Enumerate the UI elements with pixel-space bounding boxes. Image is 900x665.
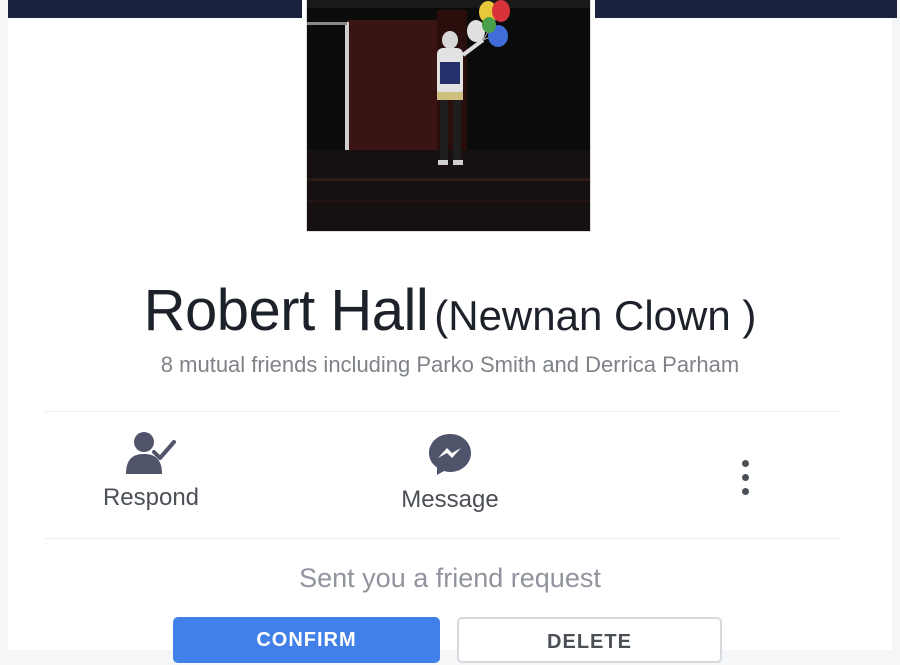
friend-request-text: Sent you a friend request xyxy=(299,563,601,593)
messenger-icon xyxy=(429,434,471,475)
message-label: Message xyxy=(401,486,499,513)
delete-button[interactable]: DELETE xyxy=(457,617,722,663)
profile-photo-image xyxy=(307,0,590,231)
message-button[interactable]: Message xyxy=(388,432,512,514)
respond-button[interactable]: Respond xyxy=(90,430,212,512)
divider-top xyxy=(45,411,840,412)
profile-nickname: (Newnan Clown ) xyxy=(434,292,757,339)
cover-photo-left[interactable] xyxy=(8,0,302,18)
profile-name[interactable]: Robert Hall xyxy=(144,278,429,343)
respond-label: Respond xyxy=(102,484,200,511)
mutual-friends-text[interactable]: 8 mutual friends including Parko Smith a… xyxy=(0,352,900,378)
confirm-button[interactable]: CONFIRM xyxy=(173,617,440,663)
more-options-button[interactable] xyxy=(728,450,762,504)
divider-bottom xyxy=(45,538,840,539)
more-vertical-icon xyxy=(741,459,749,467)
person-check-icon xyxy=(126,432,176,474)
profile-photo[interactable] xyxy=(307,0,590,231)
cover-photo-right[interactable] xyxy=(595,0,897,18)
profile-name-line: Robert Hall (Newnan Clown ) xyxy=(0,277,900,344)
